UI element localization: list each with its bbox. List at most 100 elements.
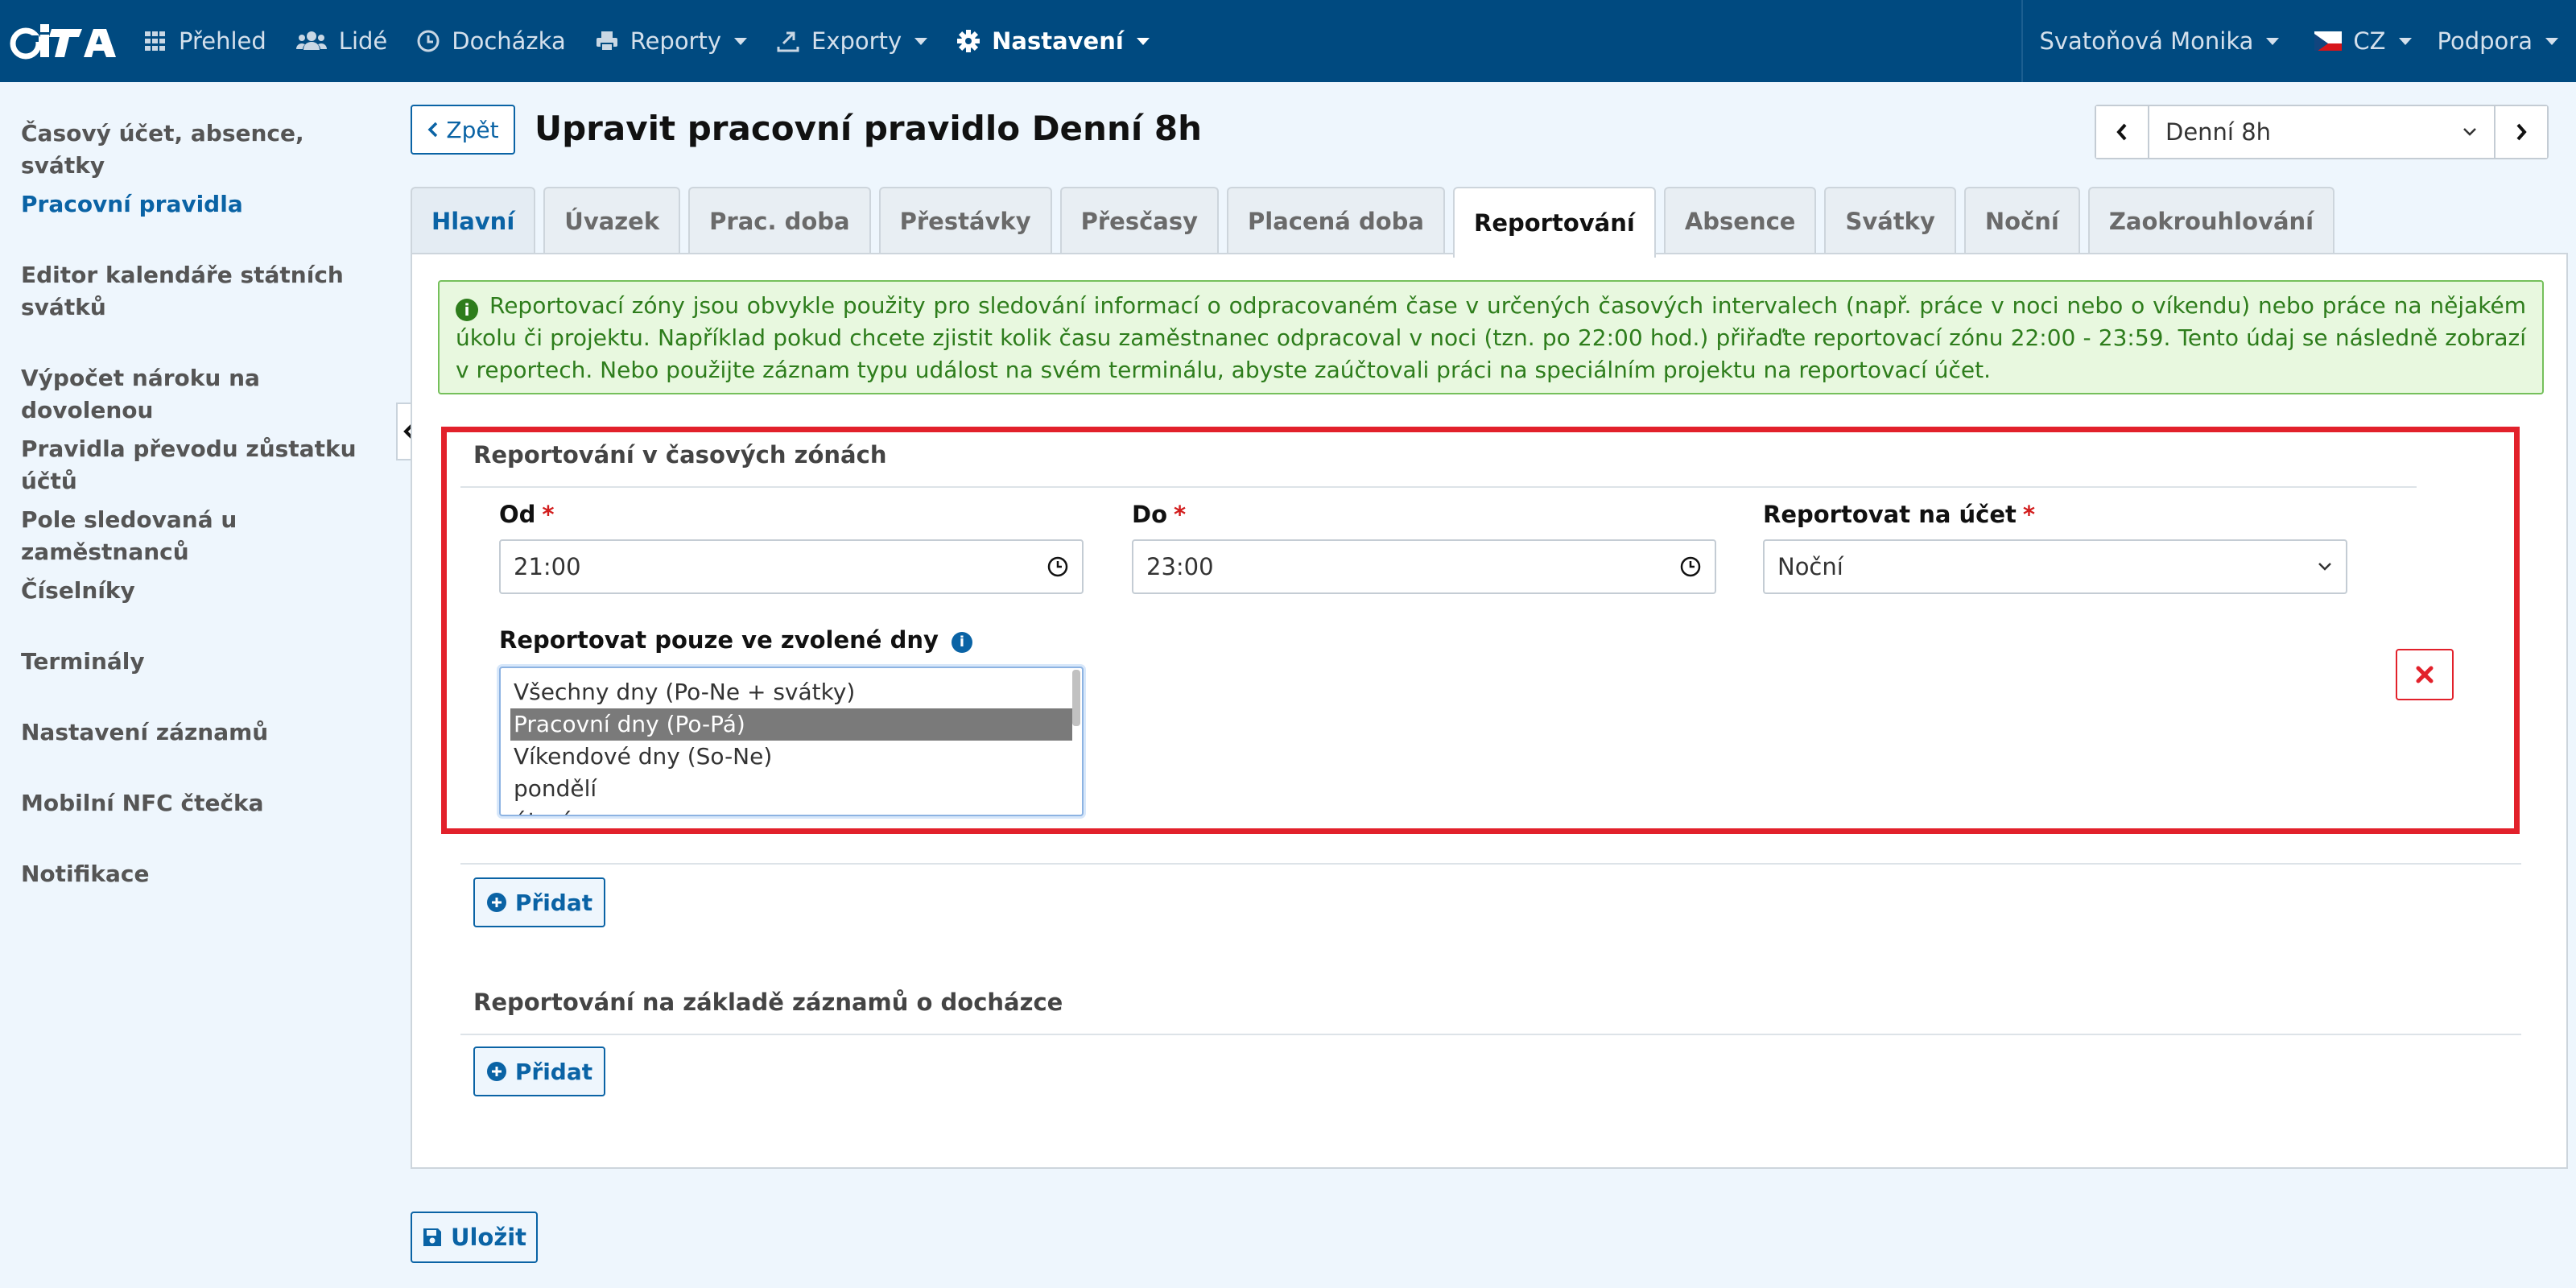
days-option[interactable]: Víkendové dny (So-Ne) <box>501 741 1082 773</box>
days-label-text: Reportovat pouze ve zvolené dny <box>499 626 939 654</box>
user-name: Svatoňová Monika <box>2039 27 2254 55</box>
time-zones-divider <box>460 486 2417 488</box>
tab-absence[interactable]: Absence <box>1663 187 1817 254</box>
rule-tabs: Hlavní Úvazek Prac. doba Přestávky Přesč… <box>411 187 2343 258</box>
nav-exporty[interactable]: Exporty <box>762 0 942 82</box>
sidebar-item-casovy-ucet[interactable]: Časový účet, absence, svátky <box>21 118 375 182</box>
required-mark: * <box>542 501 555 528</box>
language-menu[interactable]: CZ <box>2297 0 2429 82</box>
save-button[interactable]: Uložit <box>411 1212 538 1263</box>
page-title: Upravit pracovní pravidlo Denní 8h <box>535 109 1202 148</box>
days-option[interactable]: pondělí <box>501 773 1082 805</box>
language-label: CZ <box>2353 27 2386 55</box>
nav-dochazka[interactable]: Docházka <box>402 0 580 82</box>
nav-prehled[interactable]: Přehled <box>129 0 281 82</box>
support-menu[interactable]: Podpora <box>2429 0 2576 82</box>
tab-hlavni[interactable]: Hlavní <box>411 187 536 254</box>
to-time-value: 23:00 <box>1146 553 1214 580</box>
nav-exporty-label: Exporty <box>811 27 902 55</box>
info-icon[interactable]: i <box>951 632 972 653</box>
account-select-value: Noční <box>1777 553 1843 580</box>
required-mark: * <box>1174 501 1187 528</box>
days-option-selected[interactable]: Pracovní dny (Po-Pá) <box>510 708 1072 741</box>
ita-logo-icon <box>10 24 116 60</box>
support-label: Podpora <box>2437 27 2533 55</box>
info-text: Reportovací zóny jsou obvykle použity pr… <box>456 292 2526 383</box>
sidebar-item-editor-kalendare[interactable]: Editor kalendáře státních svátků <box>21 259 375 324</box>
tab-uvazek[interactable]: Úvazek <box>543 187 681 254</box>
back-button[interactable]: Zpět <box>411 105 515 155</box>
required-mark: * <box>2022 501 2036 528</box>
sidebar-item-vypocet-naroku[interactable]: Výpočet nároku na dovolenou <box>21 362 375 427</box>
days-option[interactable]: Všechny dny (Po-Ne + svátky) <box>501 676 1082 708</box>
sidebar-item-pracovni-pravidla[interactable]: Pracovní pravidla <box>21 188 375 221</box>
sidebar-item-nastaveni-zaznamu[interactable]: Nastavení záznamů <box>21 716 375 749</box>
nav-dochazka-label: Docházka <box>452 27 566 55</box>
tab-prescasy[interactable]: Přesčasy <box>1059 187 1220 254</box>
chevron-left-icon <box>427 122 438 138</box>
chevron-right-icon <box>2516 123 2527 141</box>
sidebar-item-pole-sledovana[interactable]: Pole sledovaná u zaměstnanců <box>21 504 375 568</box>
nav-lide[interactable]: Lidé <box>281 0 402 82</box>
chevron-down-icon <box>1136 37 1150 45</box>
nav-reporty-label: Reporty <box>630 27 722 55</box>
save-button-label: Uložit <box>450 1224 527 1251</box>
listbox-scrollbar[interactable] <box>1072 670 1080 726</box>
chevron-down-icon <box>2266 37 2280 45</box>
from-label-text: Od <box>499 501 536 528</box>
tab-svatky[interactable]: Svátky <box>1824 187 1956 254</box>
export-icon <box>776 29 800 53</box>
users-icon <box>295 29 328 53</box>
tab-nocni[interactable]: Noční <box>1963 187 2080 254</box>
delete-zone-button[interactable] <box>2396 649 2454 700</box>
from-label: Od * <box>499 501 555 528</box>
sidebar-item-ciselniky[interactable]: Číselníky <box>21 575 375 607</box>
tab-zaokrouhlovani[interactable]: Zaokrouhlování <box>2087 187 2335 254</box>
floppy-disk-icon <box>423 1228 441 1246</box>
records-title: Reportování na základě záznamů o docházc… <box>473 989 1063 1016</box>
days-listbox[interactable]: Všechny dny (Po-Ne + svátky) Pracovní dn… <box>499 667 1084 816</box>
info-alert: i Reportovací zóny jsou obvykle použity p… <box>438 280 2544 394</box>
previous-rule-button[interactable] <box>2096 106 2149 158</box>
next-rule-button[interactable] <box>2494 106 2547 158</box>
to-time-input[interactable]: 23:00 <box>1132 539 1716 594</box>
sidebar-item-pravidla-prevodu[interactable]: Pravidla převodu zůstatku účtů <box>21 433 375 497</box>
clock-icon[interactable] <box>1679 555 1702 578</box>
from-time-value: 21:00 <box>514 553 581 580</box>
back-button-label: Zpět <box>446 116 499 143</box>
sidebar-item-notifikace[interactable]: Notifikace <box>21 858 375 890</box>
nav-nastaveni[interactable]: Nastavení <box>942 0 1164 82</box>
tab-placena-doba[interactable]: Placená doba <box>1227 187 1445 254</box>
time-zones-title: Reportování v časových zónách <box>473 441 887 469</box>
add-record-label: Přidat <box>514 1058 593 1085</box>
info-icon: i <box>456 299 478 321</box>
close-icon <box>2416 666 2434 683</box>
sidebar-item-terminaly[interactable]: Terminály <box>21 646 375 678</box>
account-label: Reportovat na účet * <box>1763 501 2035 528</box>
to-label: Do * <box>1132 501 1186 528</box>
nav-reporty[interactable]: Reporty <box>580 0 762 82</box>
add-record-button[interactable]: Přidat <box>473 1046 605 1096</box>
chevron-down-icon <box>914 37 928 45</box>
clock-icon[interactable] <box>1046 555 1069 578</box>
chevron-down-icon <box>2318 563 2331 571</box>
account-select[interactable]: Noční <box>1763 539 2347 594</box>
clock-icon <box>416 29 440 53</box>
add-zone-label: Přidat <box>514 889 593 916</box>
sidebar-item-mobilni-nfc[interactable]: Mobilní NFC čtečka <box>21 787 375 819</box>
tab-prestavky[interactable]: Přestávky <box>878 187 1052 254</box>
tab-reportovani[interactable]: Reportování <box>1452 187 1656 258</box>
add-zone-button[interactable]: Přidat <box>473 877 605 927</box>
days-option[interactable]: úterý <box>501 805 1082 815</box>
tab-prac-doba[interactable]: Prac. doba <box>688 187 871 254</box>
rule-switcher: Denní 8h <box>2095 105 2549 159</box>
rule-select[interactable]: Denní 8h <box>2149 106 2494 158</box>
from-time-input[interactable]: 21:00 <box>499 539 1084 594</box>
ita-logo[interactable] <box>0 0 129 82</box>
chevron-down-icon <box>2398 37 2412 45</box>
user-menu[interactable]: Svatoňová Monika <box>2023 0 2297 82</box>
tab-panel: i Reportovací zóny jsou obvykle použity p… <box>411 253 2568 1169</box>
records-divider <box>460 1034 2521 1035</box>
chevron-down-icon <box>2545 37 2558 45</box>
gear-icon <box>956 29 980 53</box>
